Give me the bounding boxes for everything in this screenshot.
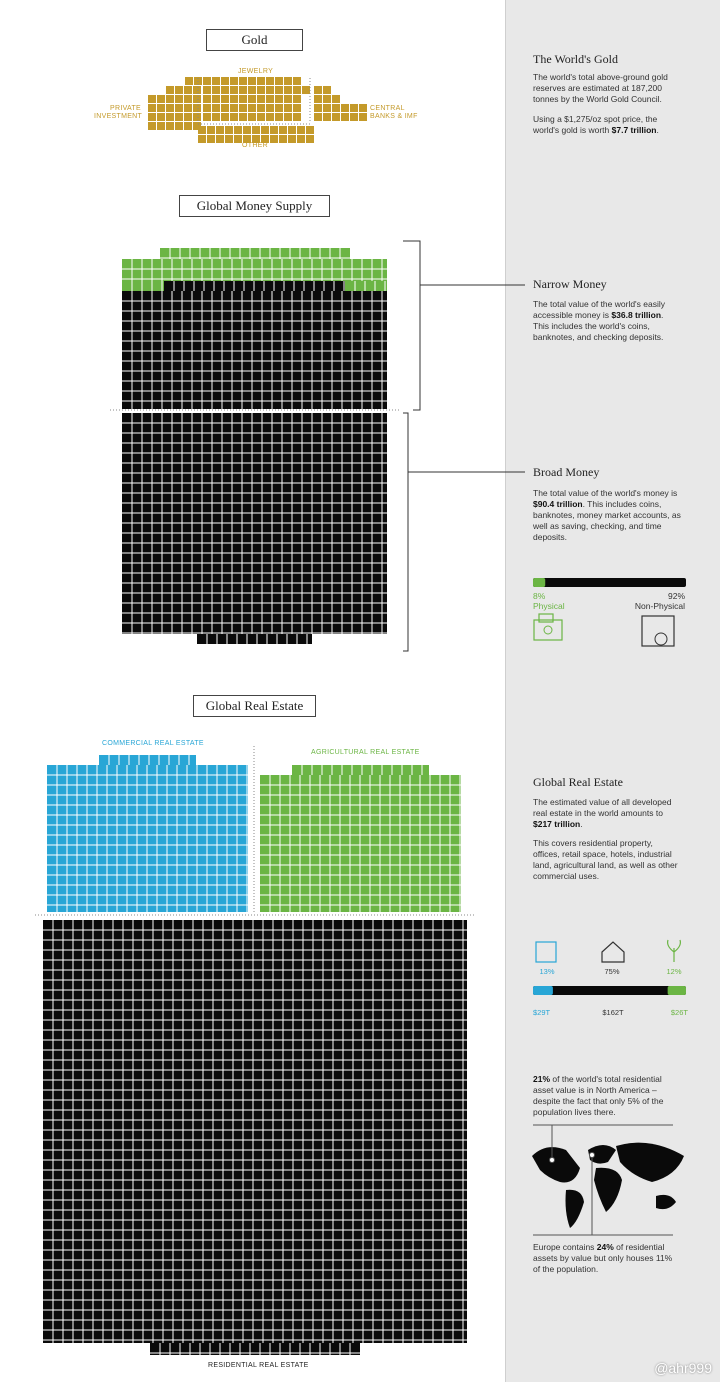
commercial-bar [533,986,553,995]
cash-icon [533,619,563,641]
gold-jewelry-body [203,95,301,121]
gold-central-step2 [314,95,340,103]
agricultural-bar [667,986,686,995]
dollar-coin-icon [654,632,668,646]
money-green-top [160,248,350,259]
gold-central-step1 [314,86,331,94]
gold-central-banks [314,104,367,121]
office-building-icon [535,941,557,963]
africa-shape [594,1167,622,1212]
money-green-left [122,281,164,291]
gold-other [198,126,314,143]
gold-private-top [185,77,202,85]
physical-bar [533,578,546,587]
credit-card-icon [641,615,675,647]
north-america-shape [532,1147,580,1183]
agricultural-top [292,765,429,775]
cash-icon-coin [543,625,553,635]
money-green-right [345,281,387,291]
eu-pointer-dot [589,1152,595,1158]
asia-shape [616,1142,684,1182]
coins-icon [538,613,554,623]
broad-money-tail [197,634,312,644]
gold-private-step2 [166,86,201,94]
watermark: @ahr999 [654,1360,712,1376]
plant-icon [667,939,681,962]
commercial-top [99,755,196,765]
gold-jewelry-side [293,86,310,94]
broad-bracket [403,412,409,652]
residential-bar [533,986,686,995]
south-america-shape [565,1189,584,1228]
house-icon [601,941,625,963]
na-pointer-dot [549,1157,555,1163]
nonphysical-bar [533,578,686,587]
narrow-bracket [403,240,421,411]
visualization-canvas [35,77,686,1355]
gold-private-investment [148,95,201,130]
gold-jewelry-top [203,77,301,94]
australia-shape [656,1194,676,1210]
